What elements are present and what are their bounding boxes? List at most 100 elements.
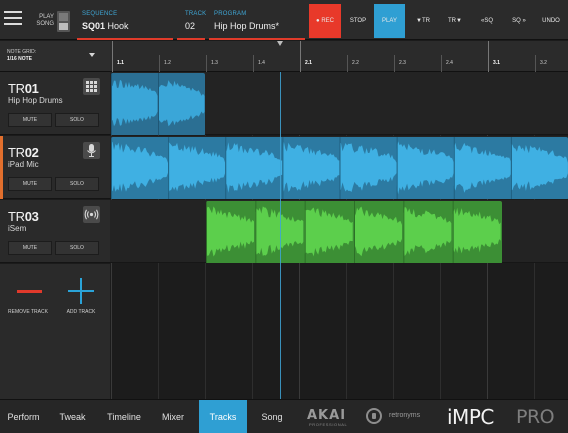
program-caption: PROGRAM — [214, 11, 247, 17]
bar-tick — [488, 41, 489, 72]
track-up-button[interactable]: TR▼ — [440, 4, 470, 38]
add-track-button[interactable]: ADD TRACK — [58, 278, 104, 318]
impc-pro-logo: PRO — [516, 406, 555, 428]
stop-label: STOP — [349, 18, 367, 24]
synth-clip-tr03[interactable] — [206, 201, 502, 264]
track-actions-panel: REMOVE TRACK ADD TRACK — [0, 264, 110, 399]
drum-pad-grid-icon[interactable] — [83, 78, 100, 95]
ruler-label: 2.2 — [352, 60, 359, 66]
solo-button[interactable]: SOLO — [55, 113, 99, 127]
track-name: TR03 — [8, 209, 39, 224]
play-song-toggle[interactable] — [57, 11, 70, 32]
track-panel-tr02[interactable]: TR02 iPad Mic MUTE SOLO — [0, 136, 110, 199]
playhead-marker-icon — [277, 41, 283, 46]
mute-button[interactable]: MUTE — [8, 113, 52, 127]
track-caption: TRACK — [185, 11, 207, 17]
beat-tick — [394, 55, 395, 72]
dropdown-arrow-icon — [89, 53, 95, 57]
sequence-caption: SEQUENCE — [82, 11, 118, 17]
beat-tick — [206, 55, 207, 72]
tab-timeline[interactable]: Timeline — [100, 400, 148, 433]
tab-perform[interactable]: Perform — [0, 400, 47, 433]
track-program: Hip Hop Drums — [8, 96, 63, 105]
bar-tick — [112, 41, 113, 72]
mute-button[interactable]: MUTE — [8, 177, 52, 191]
sequence-prev-label: SQ — [484, 18, 493, 24]
retronyms-logo: retronyms — [389, 412, 421, 419]
arrangement-grid[interactable] — [110, 72, 568, 399]
impc-logo: iMPC — [447, 405, 494, 429]
play-label: PLAY — [382, 18, 397, 24]
sequence-selector[interactable]: SEQUENCE SQ01 Hook — [77, 0, 173, 40]
note-grid-selector[interactable]: NOTE GRID: 1/16 NOTE — [0, 41, 110, 72]
remove-track-button[interactable]: REMOVE TRACK — [4, 278, 52, 318]
beat-tick — [159, 55, 160, 72]
hamburger-menu-icon[interactable] — [4, 11, 22, 27]
track-name: TR02 — [8, 145, 39, 160]
minus-icon — [17, 290, 42, 293]
ruler-label: 1.3 — [211, 60, 218, 66]
track-up-label: TR — [448, 18, 457, 24]
ruler-label: 3.1 — [493, 60, 500, 66]
remove-track-label: REMOVE TRACK — [8, 309, 48, 315]
play-song-top-label: PLAY — [39, 14, 54, 20]
track-down-label: TR — [421, 18, 430, 24]
track-program: iPad Mic — [8, 160, 39, 169]
play-button[interactable]: PLAY — [374, 4, 405, 38]
track-selector[interactable]: TRACK 02 — [177, 0, 207, 40]
microphone-icon[interactable] — [83, 142, 100, 159]
ruler-label: 2.1 — [305, 60, 312, 66]
beat-tick — [441, 55, 442, 72]
undo-label: UNDO — [542, 18, 560, 24]
track-program: iSem — [8, 224, 27, 233]
track-panel-tr01[interactable]: TR01 Hip Hop Drums MUTE SOLO — [0, 72, 110, 135]
ruler-label: 2.3 — [399, 60, 406, 66]
note-grid-label: NOTE GRID: — [7, 49, 37, 55]
beat-tick — [253, 55, 254, 72]
mute-button[interactable]: MUTE — [8, 241, 52, 255]
record-button[interactable]: ● REC — [309, 4, 341, 38]
audio-clip-tr02[interactable] — [111, 137, 568, 200]
sequence-next-label: SQ — [512, 18, 521, 24]
ruler-label: 2.4 — [446, 60, 453, 66]
akai-professional-label: PROFESSIONAL — [309, 422, 348, 427]
retronyms-logo-icon — [366, 408, 382, 424]
note-grid-value: 1/16 NOTE — [7, 56, 33, 62]
track-name: TR01 — [8, 81, 39, 96]
bar-tick — [300, 41, 301, 72]
ruler-label: 1.1 — [117, 60, 124, 66]
track-down-button[interactable]: ▼TR — [408, 4, 438, 38]
tab-song[interactable]: Song — [249, 400, 295, 433]
akai-logo: AKAI — [307, 408, 347, 423]
ruler-label: 3.2 — [540, 60, 547, 66]
sequence-next-button[interactable]: SQ » — [504, 4, 534, 38]
tab-mixer[interactable]: Mixer — [150, 400, 196, 433]
tab-tweak[interactable]: Tweak — [49, 400, 96, 433]
bottom-tab-bar: Perform Tweak Timeline Mixer Tracks Song… — [0, 399, 568, 433]
track-number: 02 — [185, 21, 196, 31]
beat-tick — [347, 55, 348, 72]
sequence-name: Hook — [107, 21, 129, 31]
sequence-prev-button[interactable]: «SQ — [472, 4, 502, 38]
track-panel-tr03[interactable]: TR03 iSem MUTE SOLO — [0, 200, 110, 263]
add-track-label: ADD TRACK — [66, 309, 96, 315]
ruler-label: 1.4 — [258, 60, 265, 66]
sequence-value: SQ01 Hook — [82, 21, 129, 31]
record-label: REC — [321, 18, 334, 24]
broadcast-icon[interactable] — [83, 206, 100, 223]
top-bar: PLAY SONG SEQUENCE SQ01 Hook TRACK 02 PR… — [0, 0, 568, 40]
audio-clip-tr01[interactable] — [111, 73, 205, 136]
play-song-bottom-label: SONG — [36, 21, 54, 27]
stop-button[interactable]: STOP — [343, 4, 373, 38]
solo-button[interactable]: SOLO — [55, 177, 99, 191]
sequence-id: SQ01 — [82, 21, 106, 31]
tab-tracks[interactable]: Tracks — [199, 400, 247, 433]
undo-button[interactable]: UNDO — [536, 4, 566, 38]
solo-button[interactable]: SOLO — [55, 241, 99, 255]
program-selector[interactable]: PROGRAM Hip Hop Drums* — [209, 0, 305, 40]
play-song-label: PLAY SONG — [36, 14, 54, 28]
beat-tick — [535, 55, 536, 72]
program-name: Hip Hop Drums* — [214, 21, 280, 31]
ruler-label: 1.2 — [164, 60, 171, 66]
timeline-ruler[interactable]: 1.1 1.2 1.3 1.4 2.1 2.2 2.3 2.4 3.1 3.2 — [110, 41, 568, 72]
